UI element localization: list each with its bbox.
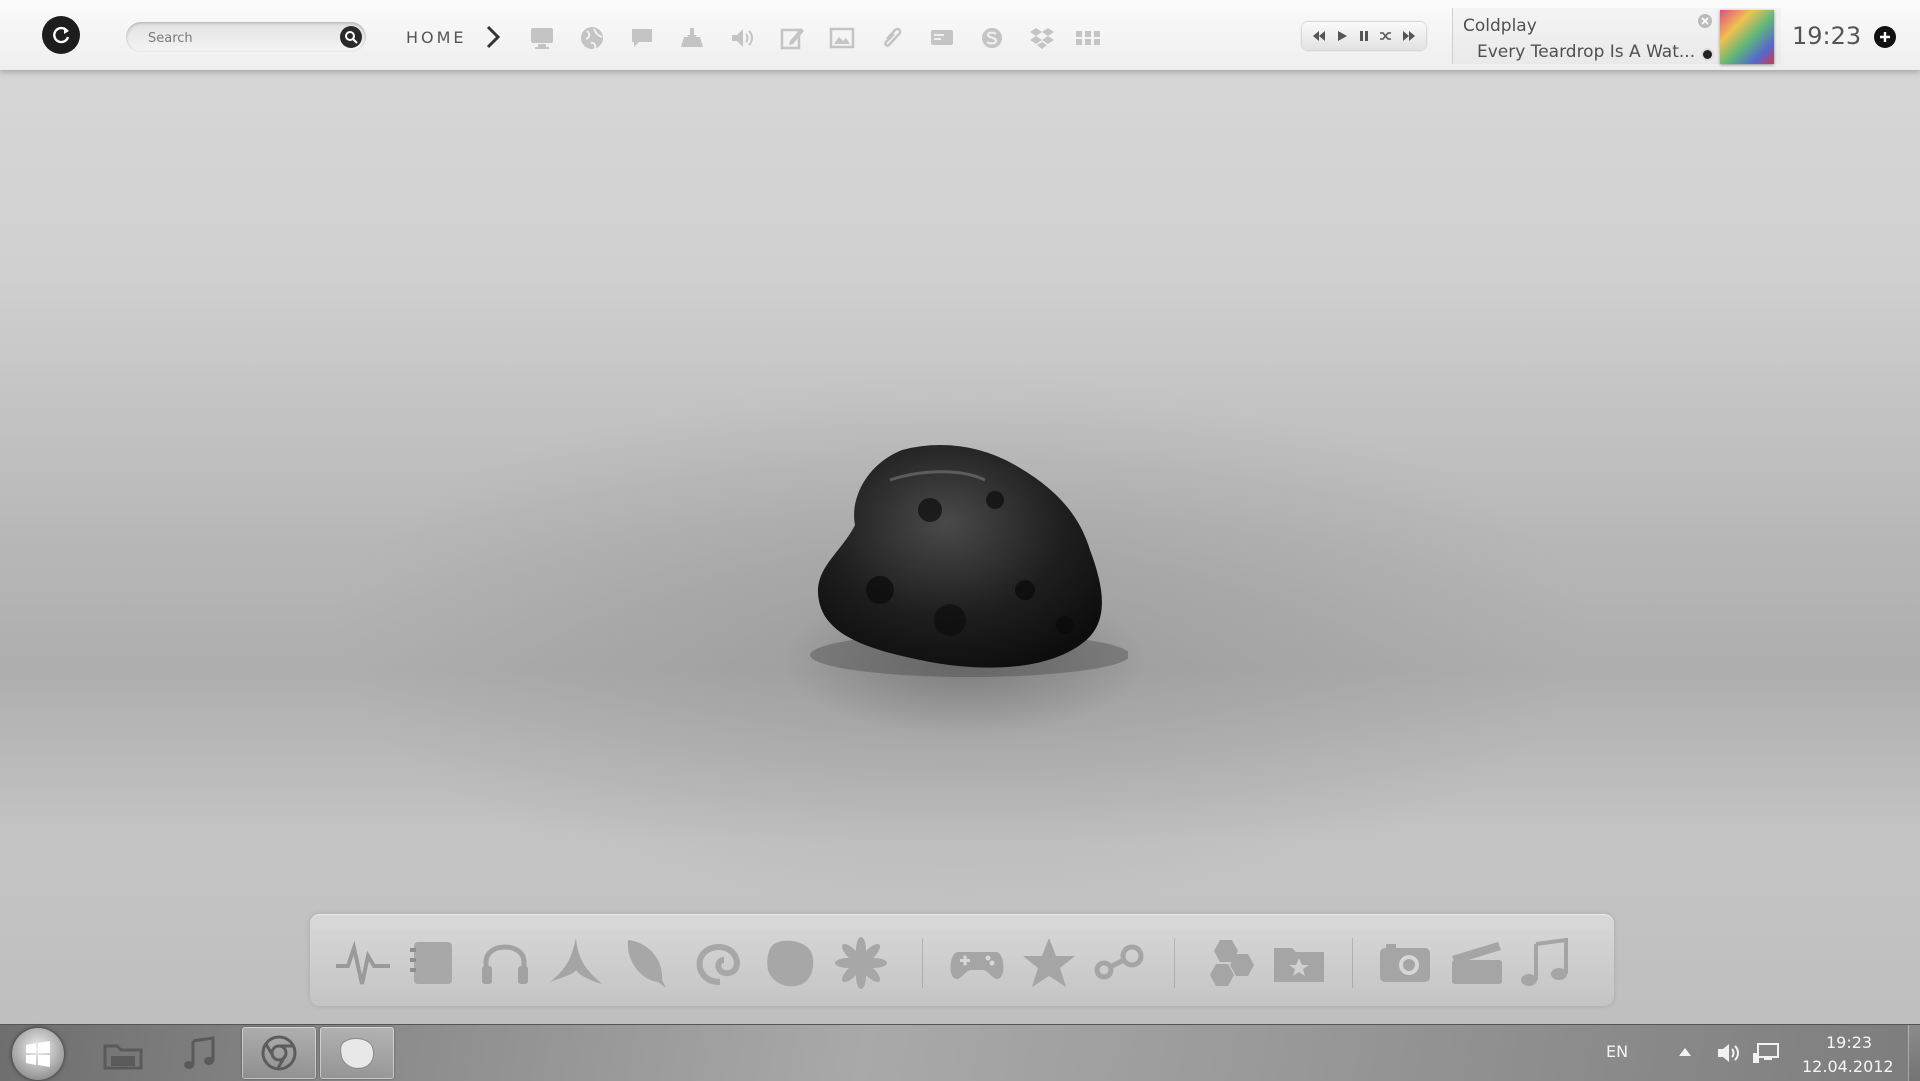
flower-icon[interactable] — [832, 934, 890, 992]
search-input[interactable] — [146, 28, 330, 48]
search-box — [126, 22, 366, 52]
folder-star-icon[interactable] — [1270, 934, 1328, 992]
edit-icon[interactable] — [778, 24, 806, 52]
start-button[interactable] — [12, 1028, 64, 1080]
dock-separator — [922, 938, 923, 988]
refresh-button[interactable] — [42, 16, 80, 54]
hexagons-icon[interactable] — [1202, 934, 1260, 992]
media-controls — [1302, 22, 1426, 50]
star-icon[interactable] — [1020, 934, 1078, 992]
close-icon[interactable] — [1698, 14, 1712, 28]
dock — [310, 914, 1614, 1006]
image-icon[interactable] — [828, 24, 856, 52]
spiral-icon[interactable] — [690, 934, 748, 992]
film-icon[interactable] — [1448, 934, 1506, 992]
file-manager-icon — [103, 1044, 143, 1070]
chrome-icon — [261, 1035, 297, 1071]
blob-icon[interactable] — [762, 934, 820, 992]
paperclip-icon[interactable] — [878, 24, 906, 52]
dock-separator — [1352, 938, 1353, 988]
app-icon[interactable] — [546, 934, 604, 992]
refresh-icon — [53, 26, 70, 44]
steam-icon[interactable] — [1090, 934, 1148, 992]
taskbar-file-manager[interactable] — [86, 1027, 160, 1079]
network-icon[interactable] — [1752, 1041, 1780, 1065]
camera-icon[interactable] — [1376, 934, 1434, 992]
monitor-icon[interactable] — [528, 24, 556, 52]
chat-bubble-icon — [340, 1038, 375, 1069]
shuffle-icon[interactable] — [1378, 28, 1394, 44]
search-icon — [345, 31, 358, 44]
top-clock: 19:23 — [1792, 22, 1862, 50]
play-icon[interactable] — [1334, 28, 1350, 44]
activity-icon[interactable] — [334, 934, 392, 992]
feather-icon[interactable] — [618, 934, 676, 992]
plus-icon — [1880, 32, 1890, 42]
windows-logo-icon — [26, 1041, 50, 1067]
music-icon — [184, 1036, 215, 1069]
volume-icon[interactable] — [1716, 1041, 1742, 1065]
dock-separator — [1174, 938, 1175, 988]
taskbar-clock-date[interactable]: 12.04.2012 — [1802, 1057, 1894, 1076]
music-note-icon[interactable] — [1516, 934, 1574, 992]
top-bar: HOME Co — [0, 0, 1920, 70]
pause-icon[interactable] — [1356, 28, 1372, 44]
messenger-icon[interactable] — [928, 24, 956, 52]
grid-icon[interactable] — [1074, 24, 1102, 52]
speaker-icon[interactable] — [728, 24, 756, 52]
next-icon[interactable] — [1401, 28, 1417, 44]
taskbar-music[interactable] — [162, 1027, 236, 1079]
dropbox-icon[interactable] — [1028, 24, 1056, 52]
chevron-right-icon[interactable] — [484, 24, 502, 50]
taskbar-chat[interactable] — [320, 1027, 394, 1079]
add-button[interactable] — [1874, 26, 1896, 48]
skype-icon[interactable] — [978, 24, 1006, 52]
now-playing-artist: Coldplay — [1463, 16, 1537, 36]
chat-icon[interactable] — [628, 24, 656, 52]
search-button[interactable] — [340, 26, 362, 48]
show-desktop-button[interactable] — [1908, 1025, 1920, 1081]
album-art[interactable] — [1720, 10, 1774, 64]
home-link[interactable]: HOME — [406, 28, 467, 47]
notepad-icon[interactable] — [404, 934, 462, 992]
previous-icon[interactable] — [1311, 28, 1327, 44]
show-hidden-icons-icon[interactable] — [1678, 1047, 1692, 1057]
globe-icon[interactable] — [578, 24, 606, 52]
taskbar-clock-time[interactable]: 19:23 — [1826, 1033, 1872, 1052]
taskbar: EN 19:23 12.04.2012 — [0, 1024, 1920, 1081]
language-indicator[interactable]: EN — [1606, 1042, 1628, 1061]
now-playing-track: Every Teardrop Is A Wat... — [1477, 42, 1696, 62]
cloud-download-icon[interactable] — [678, 24, 706, 52]
status-dot — [1701, 48, 1714, 61]
gamepad-icon[interactable] — [948, 934, 1006, 992]
taskbar-chrome[interactable] — [242, 1027, 316, 1079]
stone-image — [810, 445, 1128, 677]
headphones-icon[interactable] — [476, 934, 534, 992]
